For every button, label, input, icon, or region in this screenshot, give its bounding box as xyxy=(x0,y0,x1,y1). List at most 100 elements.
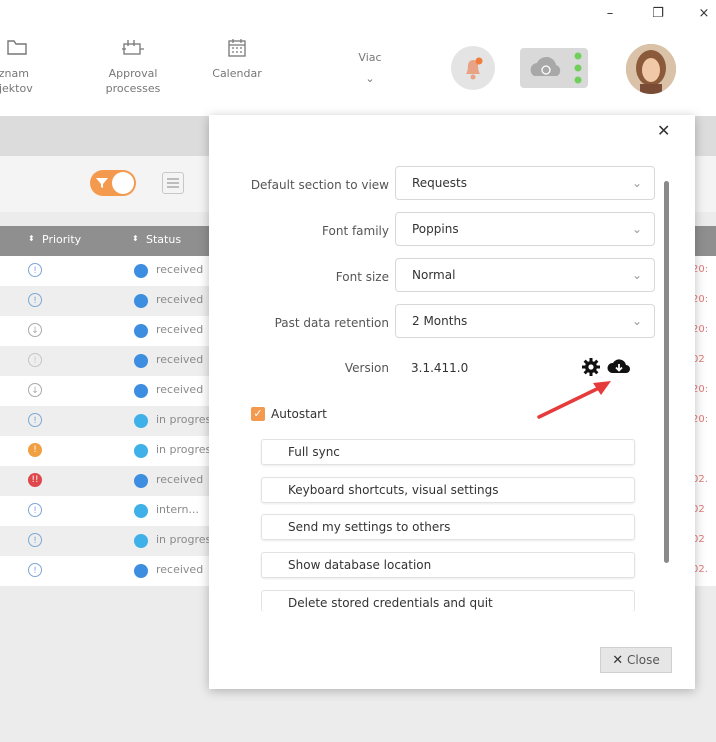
toolbar-label: bjektov xyxy=(0,82,33,95)
date-cell: 02 xyxy=(692,534,705,545)
main-toolbar: oznam bjektov Approval processes Calenda… xyxy=(0,28,716,116)
default-section-select[interactable]: Requests ⌄ xyxy=(395,166,655,200)
status-dot xyxy=(134,294,148,308)
status-dot xyxy=(134,384,148,398)
chevron-down-icon: ⌄ xyxy=(631,222,642,236)
table-row[interactable]: ! received xyxy=(0,556,230,586)
font-size-value: Normal xyxy=(412,268,456,282)
sync-status-button[interactable] xyxy=(520,48,588,88)
priority-info-icon: ! xyxy=(28,533,42,547)
toolbar-label: processes xyxy=(105,82,161,95)
status-text: in progress xyxy=(156,533,212,546)
toolbar-label: Calendar xyxy=(212,67,262,80)
bell-icon xyxy=(466,57,483,80)
priority-info-icon: ! xyxy=(28,263,42,277)
folder-icon xyxy=(0,38,62,60)
calendar-icon xyxy=(192,38,282,60)
status-text: in progress xyxy=(156,443,212,456)
toolbar-label: oznam xyxy=(0,67,29,80)
notifications-button[interactable] xyxy=(451,46,495,90)
table-row[interactable]: ! in progress xyxy=(0,526,230,556)
restore-button[interactable]: ❐ xyxy=(646,4,670,24)
font-family-select[interactable]: Poppins ⌄ xyxy=(395,212,655,246)
date-cell: 20: xyxy=(692,264,709,275)
past-retention-label: Past data retention xyxy=(274,316,389,330)
chevron-down-icon: ⌄ xyxy=(365,72,375,85)
autostart-checkbox[interactable]: ✓ xyxy=(251,407,265,421)
toolbar-calendar[interactable]: Calendar xyxy=(192,38,282,81)
chevron-down-icon: ⌄ xyxy=(631,176,642,190)
table-row[interactable]: ! in progress xyxy=(0,436,230,466)
past-retention-value: 2 Months xyxy=(412,314,468,328)
priority-info-icon: ! xyxy=(28,293,42,307)
cloud-download-icon[interactable] xyxy=(607,357,631,377)
table-row[interactable]: ! received xyxy=(0,346,230,376)
font-family-value: Poppins xyxy=(412,222,459,236)
filter-icon xyxy=(96,178,108,188)
gear-icon[interactable] xyxy=(581,357,601,377)
table-row[interactable]: ! received xyxy=(0,286,230,316)
toolbar-approval-processes[interactable]: Approval processes xyxy=(88,38,178,96)
status-text: received xyxy=(156,473,204,486)
status-dot xyxy=(134,414,148,428)
approval-icon xyxy=(88,38,178,60)
send-settings-button[interactable]: Send my settings to others xyxy=(261,514,635,540)
filter-toggle[interactable] xyxy=(90,170,136,196)
close-window-button[interactable]: × xyxy=(692,4,716,24)
priority-info-icon: ! xyxy=(28,413,42,427)
version-value: 3.1.411.0 xyxy=(411,361,469,375)
toolbar-more[interactable]: Viac ⌄ xyxy=(325,50,415,86)
sort-icon[interactable]: ⬍ xyxy=(132,234,139,243)
column-status[interactable]: Status xyxy=(146,233,181,246)
toolbar-label: Viac xyxy=(358,51,382,64)
priority-low-icon: ↓ xyxy=(28,323,42,337)
table-row[interactable]: ! in progress xyxy=(0,406,230,436)
priority-low-icon: ↓ xyxy=(28,383,42,397)
priority-info-icon: ! xyxy=(28,353,42,367)
full-sync-button[interactable]: Full sync xyxy=(261,439,635,465)
close-button[interactable]: ✕ Close xyxy=(600,647,672,673)
date-cell: 20: xyxy=(692,384,709,395)
delete-credentials-button[interactable]: Delete stored credentials and quit xyxy=(261,590,635,612)
show-database-location-button[interactable]: Show database location xyxy=(261,552,635,578)
minimize-button[interactable]: – xyxy=(598,4,622,24)
table-row[interactable]: !! received xyxy=(0,466,230,496)
status-dot xyxy=(134,534,148,548)
dialog-scrollbar[interactable] xyxy=(664,181,669,563)
toolbar-objects-list[interactable]: oznam bjektov xyxy=(0,38,62,96)
table-row[interactable]: ↓ received xyxy=(0,376,230,406)
status-text: received xyxy=(156,323,204,336)
list-view-button[interactable] xyxy=(162,172,184,194)
date-cell: 20: xyxy=(692,414,709,425)
status-text: intern... xyxy=(156,503,199,516)
table-row[interactable]: ! received xyxy=(0,256,230,286)
font-family-label: Font family xyxy=(322,224,389,238)
default-section-label: Default section to view xyxy=(250,178,389,192)
close-dialog-x[interactable]: ✕ xyxy=(657,121,670,140)
date-cell: 20: xyxy=(692,294,709,305)
date-cell: 02. xyxy=(692,474,708,485)
default-section-value: Requests xyxy=(412,176,467,190)
list-icon xyxy=(167,178,179,188)
avatar[interactable] xyxy=(626,44,676,94)
keyboard-shortcuts-button[interactable]: Keyboard shortcuts, visual settings xyxy=(261,477,635,503)
settings-dialog: ✕ Default section to view Requests ⌄ Fon… xyxy=(209,115,695,689)
table-row[interactable]: ↓ received xyxy=(0,316,230,346)
status-dot xyxy=(134,504,148,518)
column-priority[interactable]: Priority xyxy=(42,233,81,246)
date-cell: 20: xyxy=(692,324,709,335)
status-text: received xyxy=(156,353,204,366)
version-label: Version xyxy=(344,361,389,375)
status-dot xyxy=(134,564,148,578)
status-text: received xyxy=(156,383,204,396)
table-row[interactable]: ! intern... xyxy=(0,496,230,526)
priority-critical-icon: !! xyxy=(28,473,42,487)
status-dot xyxy=(134,264,148,278)
past-retention-select[interactable]: 2 Months ⌄ xyxy=(395,304,655,338)
cloud-icon xyxy=(530,52,582,84)
sort-icon[interactable]: ⬍ xyxy=(28,234,35,243)
priority-info-icon: ! xyxy=(28,563,42,577)
close-button-label: Close xyxy=(627,653,660,667)
font-size-select[interactable]: Normal ⌄ xyxy=(395,258,655,292)
date-cell: 02 xyxy=(692,504,705,515)
